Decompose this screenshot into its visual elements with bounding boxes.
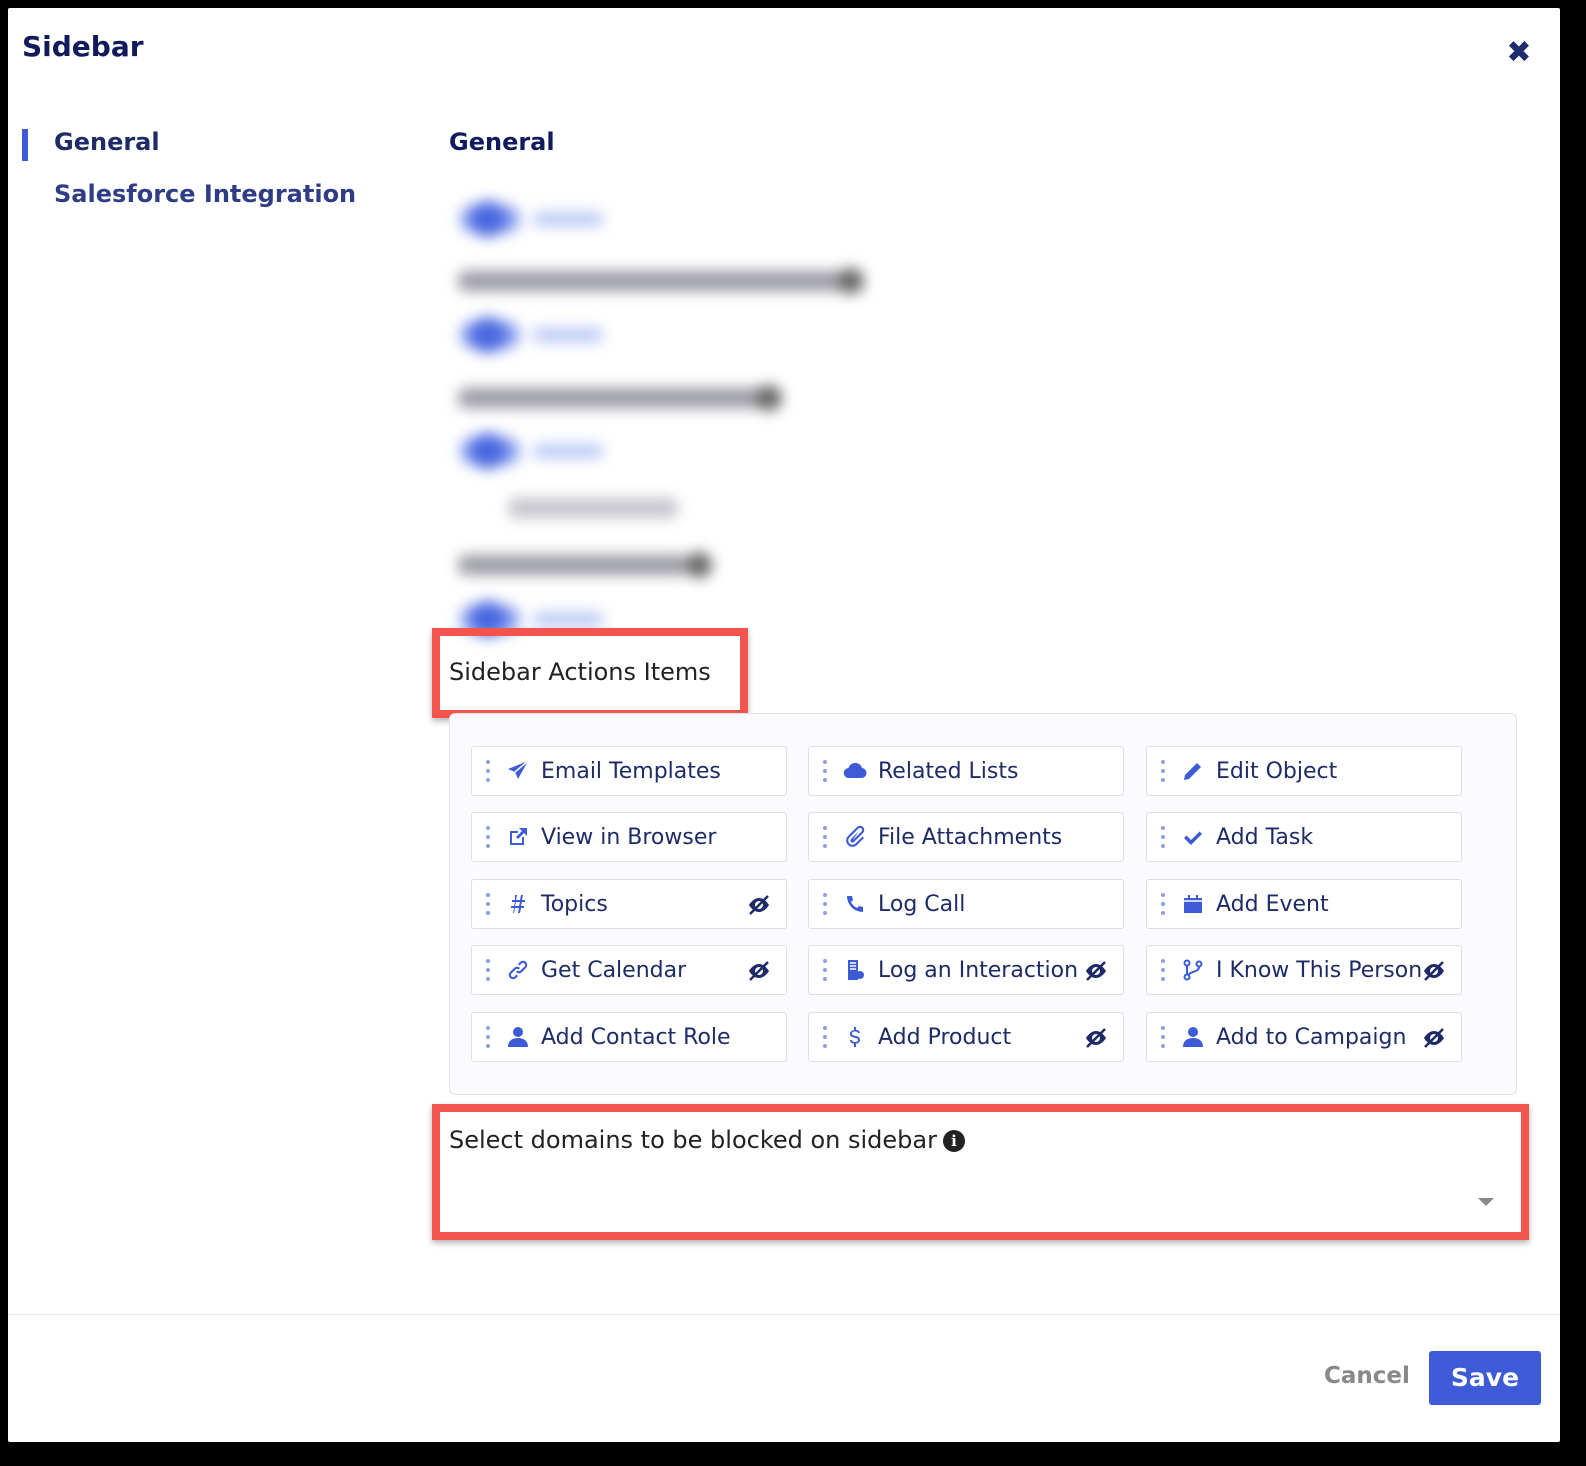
action-item-label: Edit Object [1216,759,1338,784]
drag-handle-icon[interactable] [1161,1026,1167,1048]
action-item-add-product[interactable]: Add Product [808,1012,1124,1062]
action-item-add-task[interactable]: Add Task [1146,812,1462,862]
cancel-button[interactable]: Cancel [1324,1363,1410,1389]
action-item-email-templates[interactable]: Email Templates [471,746,787,796]
hashtag-icon [504,892,532,918]
drag-handle-icon[interactable] [486,826,492,848]
calendar-icon [1179,892,1207,918]
actions-label: Sidebar Actions Items [449,658,711,686]
action-item-topics[interactable]: Topics [471,879,787,929]
save-button[interactable]: Save [1429,1351,1541,1405]
action-item-label: Add to Campaign [1216,1025,1407,1050]
action-item-label: Add Product [878,1025,1012,1050]
drag-handle-icon[interactable] [1161,959,1167,981]
action-item-i-know-this-person[interactable]: I Know This Person [1146,945,1462,995]
branch-icon [1179,958,1207,984]
drag-handle-icon[interactable] [823,1026,829,1048]
action-item-file-attachments[interactable]: File Attachments [808,812,1124,862]
drag-handle-icon[interactable] [823,760,829,782]
action-item-add-event[interactable]: Add Event [1146,879,1462,929]
user-icon [1179,1025,1207,1051]
paper-plane-icon [504,759,532,785]
eye-slash-icon[interactable] [746,894,772,916]
eye-slash-icon[interactable] [1421,960,1447,982]
action-item-add-to-campaign[interactable]: Add to Campaign [1146,1012,1462,1062]
nav-active-indicator [22,129,28,161]
action-item-label: Add Task [1216,825,1314,850]
action-item-label: Topics [541,892,608,917]
action-item-label: Log Call [878,892,966,917]
action-item-label: Add Event [1216,892,1329,917]
sidebar-settings-dialog: Sidebar ✖ General Salesforce Integration… [8,8,1560,1442]
blurred-settings [438,183,938,637]
check-icon [1179,825,1207,851]
action-item-log-call[interactable]: Log Call [808,879,1124,929]
drag-handle-icon[interactable] [1161,826,1167,848]
pencil-icon [1179,759,1207,785]
action-item-label: Related Lists [878,759,1019,784]
drag-handle-icon[interactable] [486,1026,492,1048]
action-item-edit-object[interactable]: Edit Object [1146,746,1462,796]
action-item-get-calendar[interactable]: Get Calendar [471,945,787,995]
close-icon[interactable]: ✖ [1504,38,1534,68]
report-icon [841,958,869,984]
eye-slash-icon[interactable] [1083,1027,1109,1049]
drag-handle-icon[interactable] [823,826,829,848]
dollar-icon [841,1025,869,1051]
action-item-label: I Know This Person [1216,958,1423,983]
action-item-add-contact-role[interactable]: Add Contact Role [471,1012,787,1062]
paperclip-icon [841,825,869,851]
eye-slash-icon[interactable] [1083,960,1109,982]
phone-icon [841,892,869,918]
dialog-title: Sidebar [22,30,144,63]
cloud-icon [841,759,869,785]
drag-handle-icon[interactable] [1161,760,1167,782]
action-item-view-in-browser[interactable]: View in Browser [471,812,787,862]
action-item-label: View in Browser [541,825,717,850]
action-item-label: File Attachments [878,825,1063,850]
external-link-icon [504,825,532,851]
action-item-label: Email Templates [541,759,721,784]
drag-handle-icon[interactable] [486,893,492,915]
link-icon [504,958,532,984]
footer-divider [8,1314,1560,1315]
drag-handle-icon[interactable] [823,893,829,915]
action-item-related-lists[interactable]: Related Lists [808,746,1124,796]
action-item-label: Add Contact Role [541,1025,731,1050]
drag-handle-icon[interactable] [486,959,492,981]
section-title: General [449,128,555,156]
action-item-log-an-interaction[interactable]: Log an Interaction [808,945,1124,995]
drag-handle-icon[interactable] [823,959,829,981]
nav-item-salesforce-integration[interactable]: Salesforce Integration [54,180,356,208]
eye-slash-icon[interactable] [1421,1027,1447,1049]
eye-slash-icon[interactable] [746,960,772,982]
action-item-label: Get Calendar [541,958,687,983]
drag-handle-icon[interactable] [1161,893,1167,915]
drag-handle-icon[interactable] [486,760,492,782]
domains-highlight [432,1104,1529,1240]
action-item-label: Log an Interaction [878,958,1079,983]
nav-item-general[interactable]: General [54,128,160,156]
user-icon [504,1025,532,1051]
